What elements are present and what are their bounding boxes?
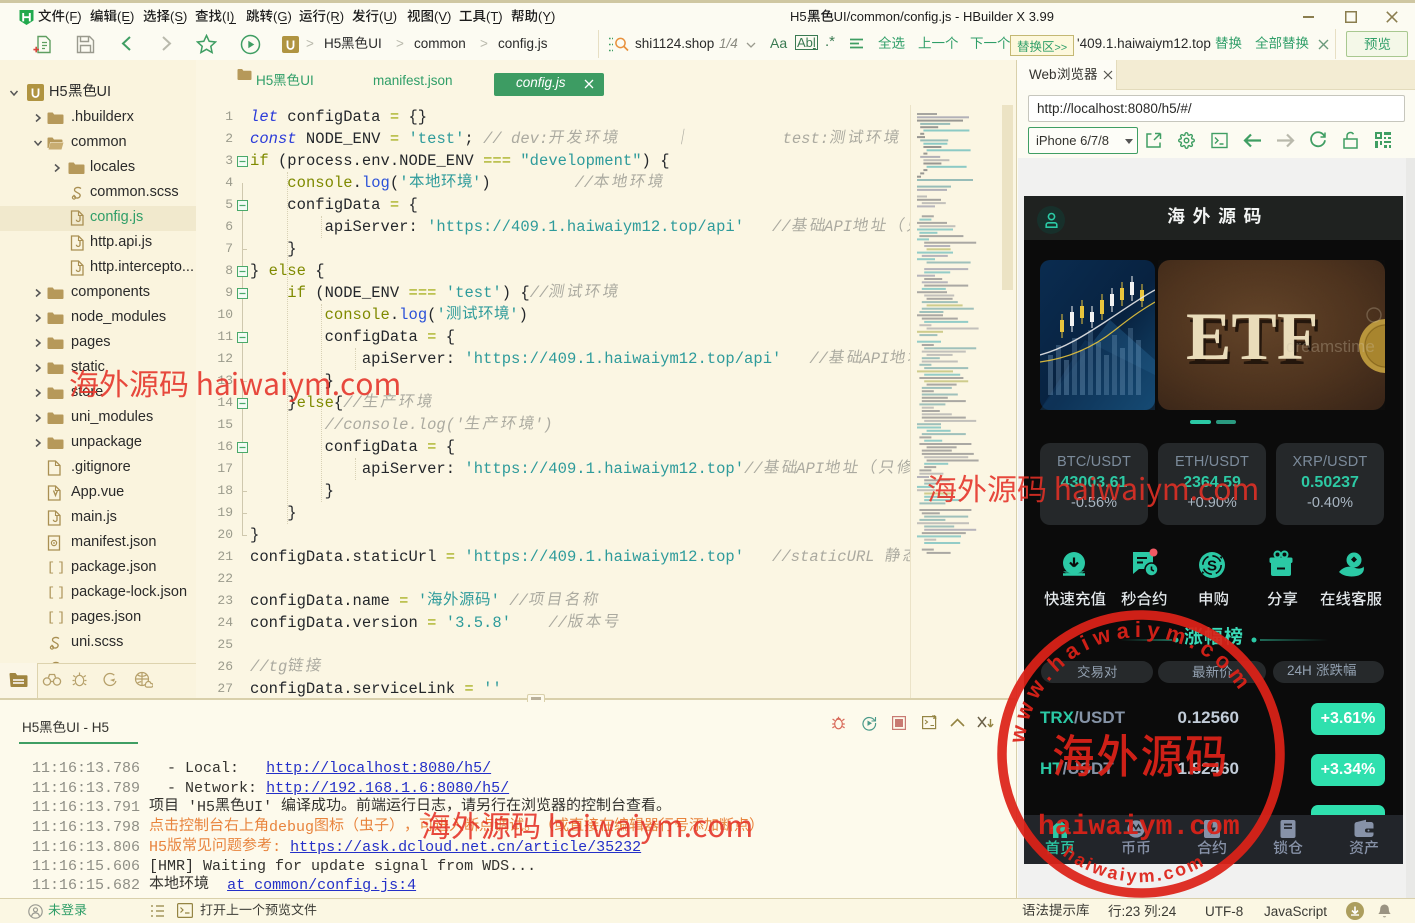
svg-text:dreamstime: dreamstime: [1286, 337, 1375, 356]
svg-text:S: S: [1207, 558, 1217, 575]
svg-text:ETF: ETF: [1186, 298, 1318, 374]
